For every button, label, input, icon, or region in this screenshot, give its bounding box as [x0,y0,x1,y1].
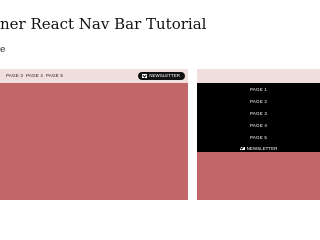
newsletter-button[interactable]: NEWSLETTER [138,72,185,80]
mobile-menu-item-page-3[interactable]: PAGE 3 [197,111,320,117]
mobile-newsletter-link[interactable]: NEWSLETTER [197,146,320,152]
newsletter-button-label: NEWSLETTER [149,73,180,78]
page-subtitle: e [0,45,6,55]
mobile-menu-item-page-5[interactable]: PAGE 5 [197,135,320,141]
mobile-newsletter-label: NEWSLETTER [246,146,278,151]
mobile-menu-item-page-1[interactable]: PAGE 1 [197,87,320,93]
nav-link-page-4[interactable]: PAGE 4 [26,73,43,79]
mail-icon [142,74,148,78]
desktop-preview: PAGE 3 PAGE 4 PAGE 5 NEWSLETTER [0,69,188,200]
desktop-navbar: PAGE 3 PAGE 4 PAGE 5 NEWSLETTER [0,69,188,83]
nav-link-page-3[interactable]: PAGE 3 [6,73,23,79]
mobile-menu-item-page-2[interactable]: PAGE 2 [197,99,320,105]
mobile-menu-item-page-4[interactable]: PAGE 4 [197,123,320,129]
mobile-navbar [197,69,320,83]
mobile-preview: PAGE 1 PAGE 2 PAGE 3 PAGE 4 PAGE 5 NEWSL… [197,69,320,200]
nav-link-page-5[interactable]: PAGE 5 [46,73,63,79]
mail-icon [239,146,245,150]
page-title: ner React Nav Bar Tutorial [0,15,207,33]
mobile-menu: PAGE 1 PAGE 2 PAGE 3 PAGE 4 PAGE 5 [197,83,320,152]
